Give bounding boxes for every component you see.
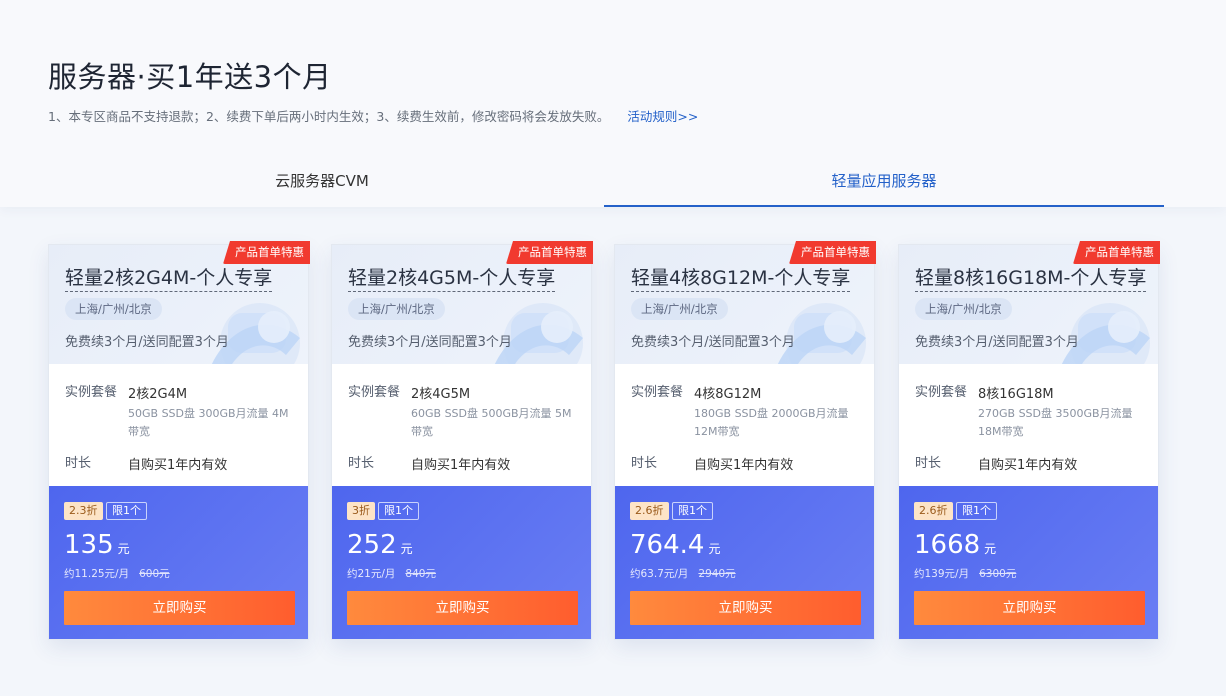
product-card: 轻量8核16G18M-个人专享 上海/广州/北京 免费续3个月/送同配置3个月 … <box>898 241 1160 640</box>
first-order-ribbon: 产品首单特惠 <box>506 241 593 264</box>
spec-label: 实例套餐 <box>348 385 401 400</box>
spec-value: 2核4G5M <box>411 387 471 402</box>
limit-badge: 限1个 <box>956 502 997 520</box>
price-panel: 3折 限1个 252 元 约21元/月 840元 立即购买 <box>332 486 591 639</box>
cloud-decoration-icon <box>212 303 300 364</box>
promo-text: 免费续3个月/送同配置3个月 <box>348 335 512 350</box>
first-order-ribbon: 产品首单特惠 <box>1073 241 1160 264</box>
monthly-value: 约21元/月 <box>347 568 396 580</box>
spec-value: 8核16G18M <box>978 387 1054 402</box>
duration-label: 时长 <box>631 456 658 471</box>
price-unit: 元 <box>400 542 413 556</box>
first-order-ribbon: 产品首单特惠 <box>789 241 876 264</box>
promo-text: 免费续3个月/送同配置3个月 <box>65 335 229 350</box>
buy-now-button[interactable]: 立即购买 <box>64 591 295 625</box>
price: 1668 元 <box>914 530 996 560</box>
product-card: 轻量4核8G12M-个人专享 上海/广州/北京 免费续3个月/送同配置3个月 产… <box>614 241 876 640</box>
region-tag: 上海/广州/北京 <box>631 298 728 320</box>
original-price: 840元 <box>405 568 436 580</box>
page-title: 服务器·买1年送3个月 <box>48 60 332 94</box>
cloud-decoration-icon <box>778 303 866 364</box>
tab-cvm[interactable]: 云服务器CVM <box>42 160 602 205</box>
product-tabs: 云服务器CVM 轻量应用服务器 <box>42 160 1164 207</box>
product-name[interactable]: 轻量2核2G4M-个人专享 <box>65 265 273 292</box>
product-card: 轻量2核4G5M-个人专享 上海/广州/北京 免费续3个月/送同配置3个月 产品… <box>331 241 593 640</box>
promo-text: 免费续3个月/送同配置3个月 <box>915 335 1079 350</box>
price: 135 元 <box>64 530 130 560</box>
price-value: 252 <box>347 530 397 560</box>
price-value: 764.4 <box>630 530 705 560</box>
duration-value: 自购买1年内有效 <box>694 458 794 473</box>
price-panel: 2.6折 限1个 764.4 元 约63.7元/月 2940元 立即购买 <box>615 486 874 639</box>
duration-value: 自购买1年内有效 <box>978 458 1078 473</box>
product-name[interactable]: 轻量2核4G5M-个人专享 <box>348 265 556 292</box>
price-panel: 2.6折 限1个 1668 元 约139元/月 6300元 立即购买 <box>899 486 1158 639</box>
cloud-decoration-icon <box>495 303 583 364</box>
limit-badge: 限1个 <box>672 502 713 520</box>
product-card: 轻量2核2G4M-个人专享 上海/广州/北京 免费续3个月/送同配置3个月 产品… <box>48 241 310 640</box>
duration-label: 时长 <box>348 456 375 471</box>
monthly-price: 约139元/月 6300元 <box>914 566 1016 581</box>
spec-detail: 60GB SSD盘 500GB月流量 5M带宽 <box>411 407 572 438</box>
spec-value: 4核8G12M <box>694 387 762 402</box>
buy-now-button[interactable]: 立即购买 <box>347 591 578 625</box>
region-tag: 上海/广州/北京 <box>915 298 1012 320</box>
price: 764.4 元 <box>630 530 720 560</box>
limit-badge: 限1个 <box>106 502 147 520</box>
notice-text: 1、本专区商品不支持退款；2、续费下单后两小时内生效；3、续费生效前，修改密码将… <box>48 106 698 125</box>
price-unit: 元 <box>984 542 997 556</box>
duration-value: 自购买1年内有效 <box>411 458 511 473</box>
buy-now-button[interactable]: 立即购买 <box>630 591 861 625</box>
product-name[interactable]: 轻量4核8G12M-个人专享 <box>631 265 851 292</box>
discount-badge: 2.6折 <box>914 502 953 520</box>
duration-label: 时长 <box>65 456 92 471</box>
monthly-value: 约11.25元/月 <box>64 568 130 580</box>
spec-detail: 180GB SSD盘 2000GB月流量 12M带宽 <box>694 407 849 438</box>
spec-detail: 270GB SSD盘 3500GB月流量 18M带宽 <box>978 407 1133 438</box>
spec-label: 实例套餐 <box>915 385 968 400</box>
original-price: 6300元 <box>979 568 1017 580</box>
first-order-ribbon: 产品首单特惠 <box>223 241 310 264</box>
spec-value: 2核2G4M <box>128 387 188 402</box>
discount-badge: 3折 <box>347 502 375 520</box>
monthly-value: 约63.7元/月 <box>630 568 689 580</box>
original-price: 2940元 <box>698 568 736 580</box>
original-price: 600元 <box>139 568 170 580</box>
price-unit: 元 <box>708 542 721 556</box>
price-value: 1668 <box>914 530 981 560</box>
spec-label: 实例套餐 <box>631 385 684 400</box>
region-tag: 上海/广州/北京 <box>65 298 162 320</box>
region-tag: 上海/广州/北京 <box>348 298 445 320</box>
discount-badge: 2.6折 <box>630 502 669 520</box>
price-unit: 元 <box>117 542 130 556</box>
monthly-price: 约21元/月 840元 <box>347 566 436 581</box>
activity-rules-link[interactable]: 活动规则>> <box>627 109 698 124</box>
limit-badge: 限1个 <box>378 502 419 520</box>
page-header: 服务器·买1年送3个月 1、本专区商品不支持退款；2、续费下单后两小时内生效；3… <box>0 0 1226 207</box>
discount-badge: 2.3折 <box>64 502 103 520</box>
monthly-price: 约63.7元/月 2940元 <box>630 566 736 581</box>
spec-detail: 50GB SSD盘 300GB月流量 4M带宽 <box>128 407 289 438</box>
promo-text: 免费续3个月/送同配置3个月 <box>631 335 795 350</box>
cloud-decoration-icon <box>1062 303 1150 364</box>
monthly-price: 约11.25元/月 600元 <box>64 566 170 581</box>
duration-value: 自购买1年内有效 <box>128 458 228 473</box>
tab-lighthouse[interactable]: 轻量应用服务器 <box>604 160 1164 207</box>
monthly-value: 约139元/月 <box>914 568 970 580</box>
buy-now-button[interactable]: 立即购买 <box>914 591 1145 625</box>
notice-rules-text: 1、本专区商品不支持退款；2、续费下单后两小时内生效；3、续费生效前，修改密码将… <box>48 109 610 124</box>
spec-label: 实例套餐 <box>65 385 118 400</box>
product-name[interactable]: 轻量8核16G18M-个人专享 <box>915 265 1147 292</box>
price: 252 元 <box>347 530 413 560</box>
duration-label: 时长 <box>915 456 942 471</box>
price-value: 135 <box>64 530 114 560</box>
price-panel: 2.3折 限1个 135 元 约11.25元/月 600元 立即购买 <box>49 486 308 639</box>
